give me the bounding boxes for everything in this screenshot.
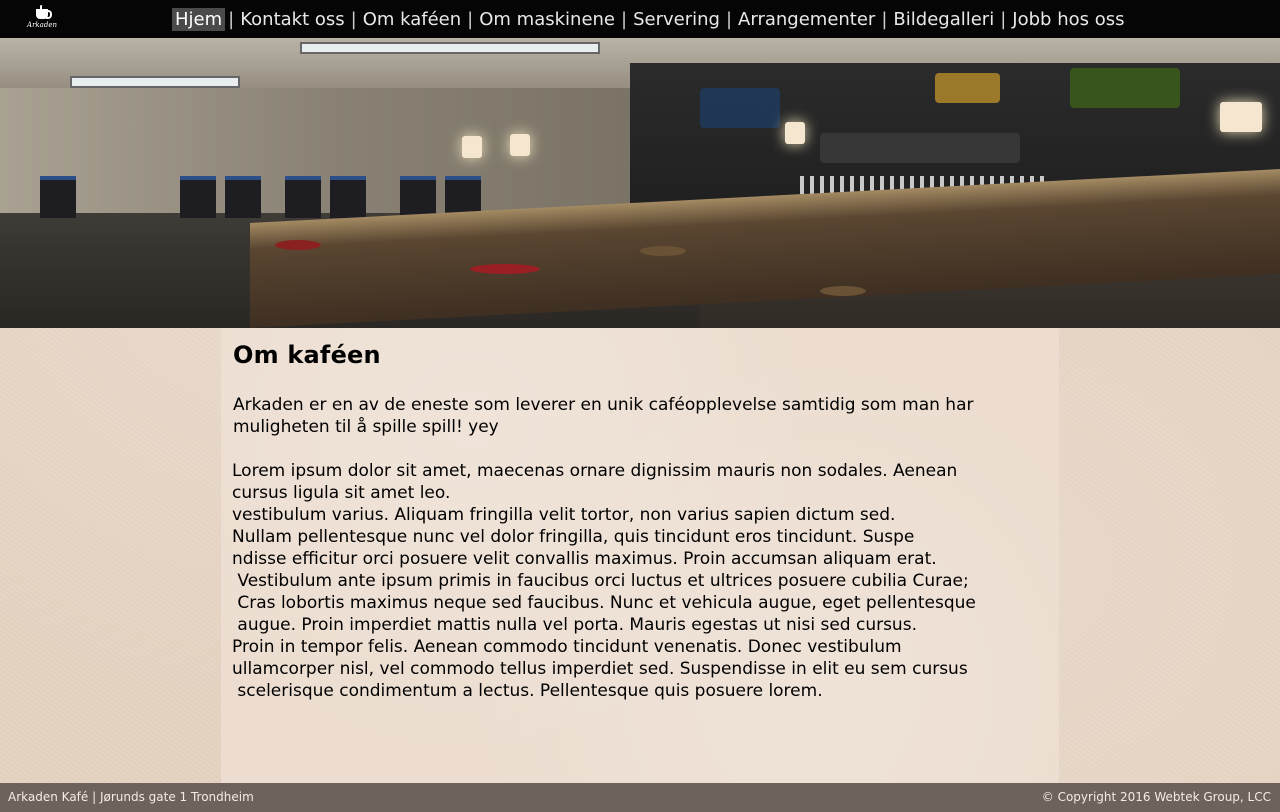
intro-paragraph: Arkaden er en av de eneste som leverer e… <box>233 395 974 437</box>
footer-address: Arkaden Kafé | Jørunds gate 1 Trondheim <box>8 790 254 804</box>
main-nav: Hjem | Kontakt oss | Om kaféen | Om mask… <box>172 5 1127 33</box>
body-text-line: Proin in tempor felis. Aenean commodo ti… <box>232 637 902 657</box>
body-text-line: Nullam pellentesque nunc vel dolor fring… <box>232 527 915 547</box>
hero-pendant-lamp <box>1220 102 1262 132</box>
hero-arcade-cabinet <box>285 176 321 218</box>
body-text-line: ullamcorper nisl, vel commodo tellus imp… <box>232 659 968 679</box>
nav-separator: | <box>621 8 628 30</box>
nav-item-servering[interactable]: Servering <box>630 8 723 31</box>
hero-banner-image <box>0 38 1280 328</box>
logo-text: Arkaden <box>27 21 57 29</box>
top-navigation-bar: Arkaden Hjem | Kontakt oss | Om kaféen |… <box>0 0 1280 38</box>
body-text: Lorem ipsum dolor sit amet, maecenas orn… <box>232 460 1047 702</box>
hero-skylight <box>300 42 600 54</box>
hero-arcade-cabinet <box>180 176 216 218</box>
body-text-line: vestibulum varius. Aliquam fringilla vel… <box>232 505 896 525</box>
main-content: Om kaféen Arkaden er en av de eneste som… <box>221 328 1059 783</box>
body-text-line: Vestibulum ante ipsum primis in faucibus… <box>232 571 969 591</box>
body-text-line: cursus ligula sit amet leo. <box>232 483 451 503</box>
page-title: Om kaféen <box>233 341 381 369</box>
nav-separator: | <box>1000 8 1007 30</box>
hero-pendant-lamp <box>785 122 805 144</box>
nav-item-kontakt-oss[interactable]: Kontakt oss <box>237 8 347 31</box>
body-text-line: Cras lobortis maximus neque sed faucibus… <box>232 593 976 613</box>
hero-bar-stool <box>275 240 321 250</box>
hero-neon-sign <box>935 73 1000 103</box>
hero-arcade-cabinet <box>40 176 76 218</box>
nav-item-om-maskinene[interactable]: Om maskinene <box>476 8 618 31</box>
nav-separator: | <box>228 8 235 30</box>
body-text-line: scelerisque condimentum a lectus. Pellen… <box>232 681 823 701</box>
hero-bar-stool <box>640 246 686 256</box>
nav-item-om-kafeen[interactable]: Om kaféen <box>360 8 464 31</box>
body-text-line: ndisse efficitur orci posuere velit conv… <box>232 549 937 569</box>
footer-copyright: © Copyright 2016 Webtek Group, LCC <box>1041 790 1271 804</box>
nav-item-arrangementer[interactable]: Arrangementer <box>735 8 878 31</box>
body-text-line: augue. Proin imperdiet mattis nulla vel … <box>232 615 917 635</box>
nav-separator: | <box>881 8 888 30</box>
hero-skylight <box>70 76 240 88</box>
coffee-cup-icon <box>36 9 52 19</box>
hero-neon-sign <box>1070 68 1180 108</box>
hero-arcade-cabinet <box>225 176 261 218</box>
hero-bar-stool <box>470 264 540 274</box>
nav-separator: | <box>467 8 474 30</box>
hero-neon-sign <box>700 88 780 128</box>
nav-item-bildegalleri[interactable]: Bildegalleri <box>890 8 997 31</box>
hero-arcade-cabinet <box>330 176 366 218</box>
body-text-line: Lorem ipsum dolor sit amet, maecenas orn… <box>232 461 958 481</box>
nav-separator: | <box>350 8 357 30</box>
hero-bar-stool <box>820 286 866 296</box>
hero-pendant-lamp <box>462 136 482 158</box>
nav-item-jobb-hos-oss[interactable]: Jobb hos oss <box>1009 8 1127 31</box>
hero-arcade-cabinet <box>400 176 436 218</box>
nav-separator: | <box>725 8 733 30</box>
hero-pendant-lamp <box>510 134 530 156</box>
nav-item-hjem[interactable]: Hjem <box>172 7 226 31</box>
logo[interactable]: Arkaden <box>27 5 57 34</box>
hero-chalkboard-menu <box>820 133 1020 163</box>
footer: Arkaden Kafé | Jørunds gate 1 Trondheim … <box>0 783 1280 812</box>
